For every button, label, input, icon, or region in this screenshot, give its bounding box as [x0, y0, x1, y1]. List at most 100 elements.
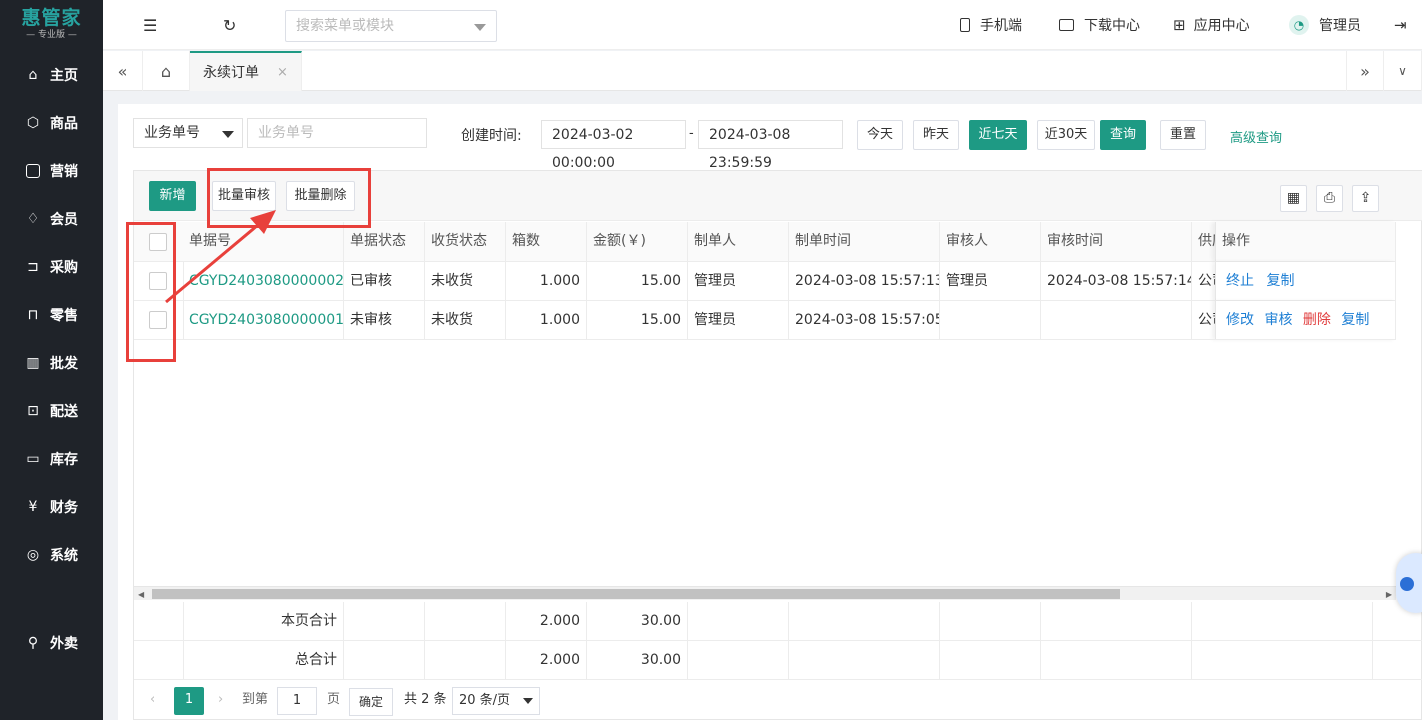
mobile-button[interactable]: 手机端 — [960, 0, 1022, 50]
export-icon[interactable]: ⇪ — [1352, 185, 1379, 212]
copy-link[interactable]: 复制 — [1341, 312, 1369, 328]
copy-link[interactable]: 复制 — [1266, 273, 1294, 289]
close-icon[interactable]: × — [277, 65, 288, 80]
scrollbar-thumb[interactable] — [152, 589, 1120, 599]
tabs-scroll-left-icon[interactable]: « — [103, 51, 143, 91]
reset-button[interactable]: 重置 — [1160, 120, 1206, 150]
delete-link[interactable]: 删除 — [1303, 312, 1331, 328]
goto-page-input[interactable]: 1 — [277, 687, 317, 715]
sidebar-item-system[interactable]: ◎ 系统 — [0, 535, 103, 575]
amount-cell: 15.00 — [587, 262, 688, 301]
sidebar-item-retail[interactable]: ⊓ 零售 — [0, 295, 103, 335]
avatar: ◔ — [1289, 15, 1309, 35]
page-number-current[interactable]: 1 — [174, 687, 204, 715]
business-no-input[interactable]: 业务单号 — [247, 118, 427, 148]
tabs-scroll-right-icon[interactable]: » — [1346, 51, 1384, 91]
header-cell: 制单时间 — [789, 222, 940, 261]
empty-cell — [789, 602, 940, 641]
make-time-cell: 2024-03-08 15:57:05 — [789, 301, 940, 340]
chevron-down-icon — [523, 698, 533, 704]
scroll-left-icon[interactable]: ◀ — [138, 590, 144, 599]
app-center-button[interactable]: ⊞ 应用中心 — [1173, 0, 1250, 50]
tab-order[interactable]: 永续订单 × — [190, 51, 302, 91]
phone-icon — [960, 18, 970, 32]
sidebar-item-takeout[interactable]: ⚲ 外卖 — [0, 623, 103, 663]
add-button[interactable]: 新增 — [149, 181, 196, 211]
refresh-icon[interactable]: ↻ — [223, 0, 236, 50]
scroll-right-icon[interactable]: ▶ — [1386, 590, 1392, 599]
sidebar-item-marketing[interactable]: 营销 — [0, 151, 103, 191]
tabs-menu-chevron-icon[interactable]: ∨ — [1384, 51, 1422, 91]
top-bar: ☰ ↻ 搜索菜单或模块 手机端 下载中心 ⊞ 应用中心 ◔ 管理员 ⇥ — [103, 0, 1422, 50]
menu-toggle-icon[interactable]: ☰ — [143, 0, 157, 50]
row-divider — [134, 339, 1396, 340]
advanced-query-link[interactable]: 高级查询 — [1230, 127, 1282, 146]
sidebar-item-wholesale[interactable]: ▥ 批发 — [0, 343, 103, 383]
header-cell: 金额(￥) — [587, 222, 688, 261]
page-total-boxes: 2.000 — [506, 602, 587, 641]
empty-cell — [1041, 641, 1192, 680]
logo-subtitle: — 专业版 — — [26, 30, 77, 40]
header-cell: 审核时间 — [1041, 222, 1192, 261]
terminate-link[interactable]: 终止 — [1226, 273, 1254, 289]
goto-label: 到第 — [242, 692, 269, 707]
sidebar-item-purchase[interactable]: ⊐ 采购 — [0, 247, 103, 287]
horizontal-scrollbar[interactable]: ◀ ▶ — [134, 586, 1396, 600]
search-type-select[interactable]: 业务单号 — [133, 118, 243, 148]
print-icon[interactable]: ⎙ — [1316, 185, 1343, 212]
boxes-cell: 1.000 — [506, 262, 587, 301]
download-center-button[interactable]: 下载中心 — [1059, 0, 1140, 50]
menu-search-input[interactable]: 搜索菜单或模块 — [285, 10, 497, 42]
date-to-input[interactable]: 2024-03-08 23:59:59 — [698, 120, 843, 171]
total-count: 共 2 条 — [404, 692, 447, 707]
assistant-float-icon[interactable] — [1396, 553, 1422, 613]
order-no-link[interactable]: CGYD2403080000002 — [183, 262, 344, 301]
query-button[interactable]: 查询 — [1100, 120, 1146, 150]
page-total-amount: 30.00 — [587, 602, 688, 641]
cube-icon: ⬡ — [26, 115, 40, 131]
actions-cell: 修改 审核 删除 复制 — [1215, 301, 1396, 340]
edit-link[interactable]: 修改 — [1226, 312, 1254, 328]
header-cell: 操作 — [1215, 222, 1396, 261]
page-size-select[interactable]: 20 条/页 — [452, 687, 540, 715]
empty-cell — [134, 602, 184, 641]
date-separator: - — [689, 126, 694, 141]
boxes-cell: 1.000 — [506, 301, 587, 340]
last-30-days-button[interactable]: 近30天 — [1037, 120, 1095, 150]
chart-icon — [24, 162, 42, 180]
logout-icon[interactable]: ⇥ — [1394, 0, 1407, 50]
last-7-days-button[interactable]: 近七天 — [969, 120, 1027, 150]
header-cell: 箱数 — [506, 222, 587, 261]
home-icon: ⌂ — [28, 67, 38, 83]
user-menu[interactable]: ◔ 管理员 — [1289, 0, 1361, 50]
logo: 惠管家 — 专业版 — — [0, 0, 103, 50]
table-panel: 新增 批量审核 批量删除 ▦ ⎙ ⇪ 单据号 单据状态 收货状态 箱数 金额(￥… — [133, 170, 1422, 720]
sidebar-item-home[interactable]: ⌂ 主页 — [0, 55, 103, 95]
column-settings-icon[interactable]: ▦ — [1280, 185, 1307, 212]
prev-page-icon[interactable]: ‹ — [150, 687, 155, 715]
home-tab-icon[interactable]: ⌂ — [143, 51, 190, 91]
yesterday-button[interactable]: 昨天 — [913, 120, 959, 150]
header-cell: 收货状态 — [425, 222, 506, 261]
sidebar-item-finance[interactable]: ¥ 财务 — [0, 487, 103, 527]
amount-cell: 15.00 — [587, 301, 688, 340]
today-button[interactable]: 今天 — [857, 120, 903, 150]
sidebar-item-member[interactable]: ♢ 会员 — [0, 199, 103, 239]
sidebar-item-delivery[interactable]: ⊡ 配送 — [0, 391, 103, 431]
empty-cell — [344, 602, 425, 641]
empty-cell — [688, 641, 789, 680]
yen-icon: ¥ — [28, 499, 38, 515]
next-page-icon[interactable]: › — [218, 687, 223, 715]
audit-link[interactable]: 审核 — [1264, 312, 1292, 328]
sidebar-item-inventory[interactable]: ▭ 库存 — [0, 439, 103, 479]
goto-confirm-button[interactable]: 确定 — [349, 688, 393, 716]
empty-cell — [1041, 602, 1192, 641]
annotation-checkbox-highlight — [126, 222, 176, 362]
auditor-cell — [940, 301, 1041, 340]
date-from-input[interactable]: 2024-03-02 00:00:00 — [541, 120, 686, 171]
receive-cell: 未收货 — [425, 262, 506, 301]
apps-icon: ⊞ — [1173, 16, 1186, 34]
bag-icon: ⊓ — [27, 307, 39, 323]
order-no-link[interactable]: CGYD2403080000001 — [183, 301, 344, 340]
sidebar-item-goods[interactable]: ⬡ 商品 — [0, 103, 103, 143]
